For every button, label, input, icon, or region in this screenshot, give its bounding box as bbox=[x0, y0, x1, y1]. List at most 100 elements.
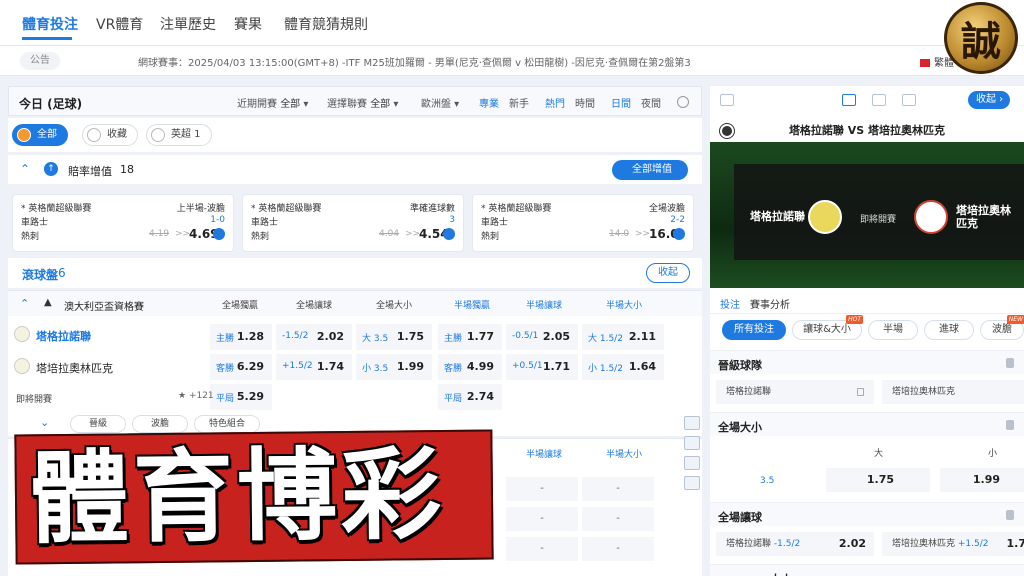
tab-sports-bet[interactable]: 體育投注 bbox=[22, 14, 78, 34]
bet-cell[interactable]: 1.99 bbox=[940, 468, 1024, 492]
animation-icon[interactable] bbox=[902, 94, 916, 106]
col-ht-ou: 半場大小 bbox=[606, 301, 643, 311]
star-icon bbox=[87, 128, 101, 142]
chip-favorites[interactable]: 收藏 bbox=[82, 124, 138, 146]
arrow-up-icon bbox=[673, 228, 685, 240]
match-detail-panel: 收起 › 塔格拉諾聯 VS 塔培拉奧林匹克 塔格拉諾聯 即將開賽 塔培拉奧林匹克… bbox=[710, 86, 1024, 576]
col-ht-hcp: 半場讓球 bbox=[526, 301, 563, 311]
bet-cell[interactable]: 塔格拉諾聯 bbox=[716, 380, 874, 404]
toggle-day[interactable]: 日間 bbox=[611, 95, 631, 110]
boost-card[interactable]: * 英格蘭超級聯賽 準確進球數 車路士 3 熱刺 4.04 >> 4.54 bbox=[242, 194, 464, 252]
boost-cards: * 英格蘭超級聯賽 上半場-波膽 車路士 1-0 熱刺 4.19 >> 4.69… bbox=[8, 186, 702, 252]
subtab-correct-score[interactable]: 波膽 bbox=[132, 415, 188, 433]
odds-cell[interactable]: 主勝 1.28 bbox=[210, 324, 272, 350]
toggle-hot[interactable]: 熱門 bbox=[545, 95, 565, 110]
odds-cell[interactable]: 主勝 1.77 bbox=[438, 324, 502, 350]
card-old-odds: 14.0 bbox=[609, 229, 630, 239]
collapse-button[interactable]: 收起 bbox=[646, 263, 690, 283]
filter-league-dropdown[interactable]: 選擇聯賽 全部 ▾ bbox=[327, 95, 398, 110]
chevron-up-icon[interactable]: ⌃ bbox=[20, 297, 29, 310]
odds-cell[interactable]: -1.5/2 2.02 bbox=[276, 324, 352, 350]
filter-half[interactable]: 半場 bbox=[868, 320, 918, 340]
toggle-time[interactable]: 時間 bbox=[575, 95, 595, 110]
league-name: 澳大利亞盃資格賽 bbox=[64, 302, 144, 313]
tab-bets[interactable]: 投注 bbox=[720, 296, 740, 311]
card-handicap: 1-0 bbox=[210, 215, 225, 225]
chevron-up-icon[interactable]: ⌃ bbox=[20, 162, 30, 176]
home-team[interactable]: 塔格拉諾聯 bbox=[36, 328, 91, 344]
soccer-ball-icon bbox=[720, 124, 734, 138]
odds-cell[interactable]: 小 1.5/2 1.64 bbox=[582, 354, 664, 380]
filter-all-bets[interactable]: 所有投注 bbox=[722, 320, 786, 340]
odds-cell[interactable]: 客勝 6.29 bbox=[210, 354, 272, 380]
col-ft-hcp: 全場讓球 bbox=[296, 301, 333, 311]
tab-bet-history[interactable]: 注單歷史 bbox=[160, 14, 216, 34]
tab-vr-sports[interactable]: VR體育 bbox=[96, 14, 143, 34]
odds-cell-empty: - bbox=[582, 477, 654, 501]
away-crest-icon bbox=[914, 200, 948, 234]
odds-format-dropdown[interactable]: 歐洲盤 ▾ bbox=[421, 95, 459, 110]
collapse-button[interactable]: 收起 › bbox=[968, 91, 1010, 109]
subtab-special[interactable]: 特色組合 bbox=[194, 415, 260, 433]
card-old-odds: 4.19 bbox=[149, 229, 170, 239]
bet-cell[interactable]: 1.75 bbox=[826, 468, 930, 492]
odds-cell[interactable]: 客勝 4.99 bbox=[438, 354, 502, 380]
hot-badge: HOT bbox=[846, 315, 863, 324]
odds-cell[interactable]: 小 3.5 1.99 bbox=[356, 354, 432, 380]
video-icon[interactable] bbox=[872, 94, 886, 106]
tab-rules[interactable]: 體育競猜規則 bbox=[284, 14, 368, 34]
bet-cell[interactable]: 塔培拉奧林匹克 +1.5/2 1.7 bbox=[882, 532, 1024, 556]
bet-cell[interactable]: 塔培拉奧林匹克 bbox=[882, 380, 1024, 404]
odds-cell[interactable]: +0.5/1 1.71 bbox=[506, 354, 578, 380]
tab-analysis[interactable]: 賽事分析 bbox=[750, 296, 790, 311]
odds-cell[interactable]: 大 1.5/2 2.11 bbox=[582, 324, 664, 350]
col-ht-1x2: 半場獨贏 bbox=[454, 301, 491, 311]
odds-cell[interactable]: 平局 5.29 bbox=[210, 384, 272, 410]
chip-all[interactable]: 全部 bbox=[12, 124, 68, 146]
stats-icon[interactable] bbox=[684, 476, 700, 490]
chevron-down-icon[interactable]: ⌄ bbox=[40, 416, 49, 429]
match-status: 即將開賽 bbox=[16, 395, 53, 405]
odds-boost-header: ⌃ ↑ 賠率增值 18 全部增值 bbox=[8, 154, 702, 184]
lock-icon bbox=[857, 388, 864, 396]
tab-results[interactable]: 賽果 bbox=[234, 14, 262, 34]
animation-icon[interactable] bbox=[684, 456, 700, 470]
video-icon[interactable] bbox=[684, 436, 700, 450]
boost-card[interactable]: * 英格蘭超級聯賽 全場波膽 車路士 2-2 熱刺 14.0 >> 16.0 bbox=[472, 194, 694, 252]
toggle-novice[interactable]: 新手 bbox=[509, 95, 529, 110]
col-ht-ou: 半場大小 bbox=[606, 450, 643, 460]
chip-epl[interactable]: 英超 1 bbox=[146, 124, 212, 146]
soccer-icon bbox=[17, 128, 31, 142]
subtab-advance[interactable]: 晉級 bbox=[70, 415, 126, 433]
bet-type-filters: 所有投注 讓球&大小 HOT 半場 進球 波膽 NEW bbox=[710, 315, 1024, 346]
scoreboard-icon[interactable] bbox=[684, 416, 700, 430]
boost-icon: ↑ bbox=[44, 162, 58, 176]
match-status: 即將開賽 bbox=[860, 215, 897, 225]
toggle-pro[interactable]: 專業 bbox=[479, 95, 499, 110]
scoreboard-icon[interactable] bbox=[842, 94, 856, 106]
filter-hcp-ou[interactable]: 讓球&大小 HOT bbox=[792, 315, 863, 340]
odds-cell[interactable]: -0.5/1 2.05 bbox=[506, 324, 578, 350]
bet-cell[interactable]: 塔格拉諾聯 -1.5/2 2.02 bbox=[716, 532, 874, 556]
notice-label[interactable]: 公告 bbox=[20, 52, 60, 70]
card-team2: 熱刺 bbox=[21, 232, 40, 242]
pin-icon[interactable] bbox=[1006, 358, 1014, 368]
odds-cell[interactable]: +1.5/2 1.74 bbox=[276, 354, 352, 380]
away-team[interactable]: 塔培拉奧林匹克 bbox=[36, 360, 113, 376]
more-markets-button[interactable]: ★ +121 bbox=[178, 391, 214, 401]
filter-goals[interactable]: 進球 bbox=[924, 320, 974, 340]
pin-icon[interactable] bbox=[1006, 420, 1014, 430]
tv-icon[interactable] bbox=[720, 94, 734, 106]
notice-bar: 公告 網球賽事：2025/04/03 13:15:00(GMT+8) -ITF … bbox=[0, 46, 1024, 76]
refresh-icon[interactable] bbox=[677, 96, 689, 108]
odds-cell[interactable]: 平局 2.74 bbox=[438, 384, 502, 410]
toggle-night[interactable]: 夜間 bbox=[641, 95, 661, 110]
odds-cell[interactable]: 大 3.5 1.75 bbox=[356, 324, 432, 350]
detail-tabs: 投注 賽事分析 bbox=[710, 292, 1024, 314]
filter-time-dropdown[interactable]: 近期開賽 全部 ▾ bbox=[237, 95, 308, 110]
all-boosts-button[interactable]: 全部增值 bbox=[612, 160, 688, 180]
boost-card[interactable]: * 英格蘭超級聯賽 上半場-波膽 車路士 1-0 熱刺 4.19 >> 4.69 bbox=[12, 194, 234, 252]
arrow-up-icon bbox=[443, 228, 455, 240]
pin-icon[interactable] bbox=[1006, 510, 1014, 520]
filter-correct-score[interactable]: 波膽 NEW bbox=[980, 315, 1024, 340]
